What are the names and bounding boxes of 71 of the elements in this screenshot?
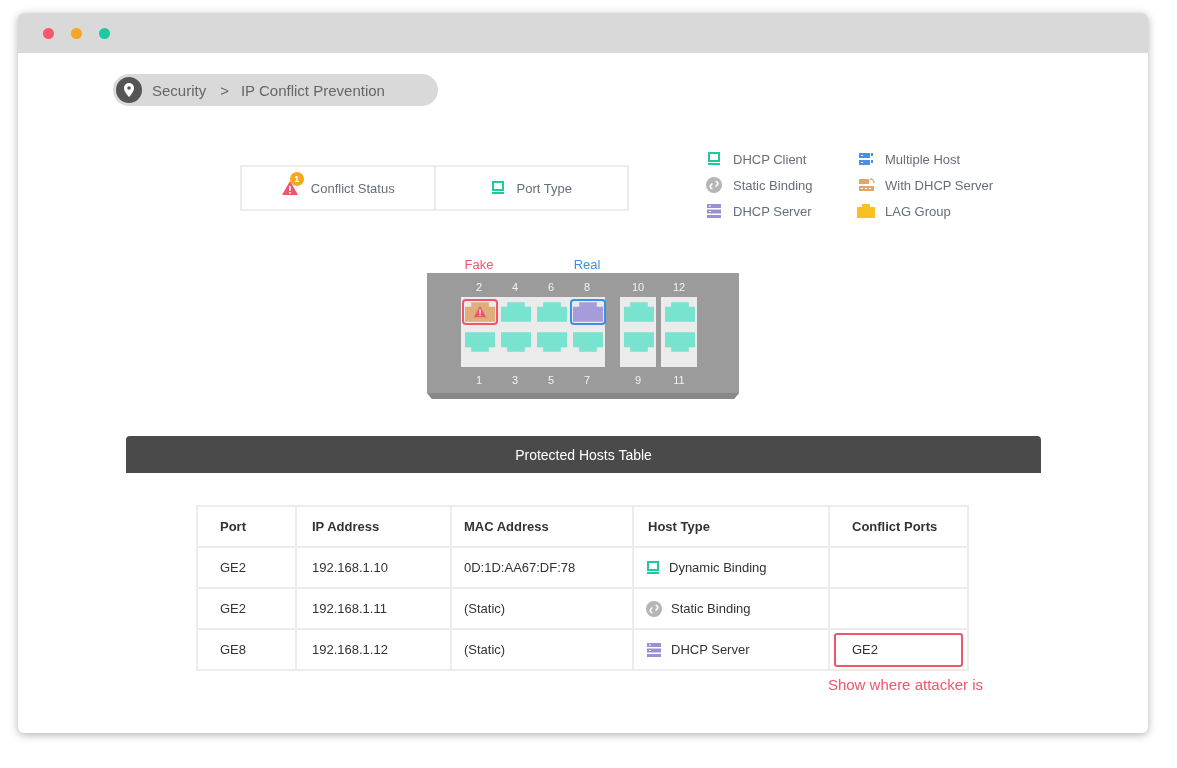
breadcrumb-separator: > <box>220 81 229 99</box>
legend-label: Multiple Host <box>885 151 961 167</box>
table-cell: GE8 <box>220 642 246 657</box>
port-icon <box>857 204 875 218</box>
port-number: 2 <box>474 280 484 295</box>
table-cell: (Static) <box>464 601 506 616</box>
port-number: 12 <box>671 280 687 295</box>
close-button[interactable] <box>43 27 54 39</box>
column-header: Port <box>220 519 246 534</box>
table-cell: 192.168.1.11 <box>312 601 387 616</box>
port-tag: Fake <box>464 257 494 272</box>
ethernet-port-icon[interactable] <box>665 332 695 352</box>
port-number: 7 <box>582 373 592 388</box>
laptop-icon <box>646 560 660 575</box>
table-cell: 192.168.1.10 <box>312 560 388 575</box>
port-number: 5 <box>546 373 556 388</box>
table-cell: GE2 <box>220 601 246 616</box>
warning-icon <box>280 180 299 196</box>
laptop-icon <box>490 181 505 195</box>
table-cell: Dynamic Binding <box>669 560 767 575</box>
legend-label: Static Binding <box>733 177 813 193</box>
server-icon <box>706 203 722 219</box>
port-number: 10 <box>630 280 646 295</box>
stacked-hosts-icon <box>857 151 875 167</box>
legend-label: LAG Group <box>885 203 951 219</box>
ethernet-port-icon[interactable] <box>573 332 603 352</box>
tab[interactable]: Port Type <box>433 167 627 209</box>
ethernet-port-icon[interactable] <box>501 302 531 322</box>
minimize-button[interactable] <box>71 27 82 39</box>
ethernet-port-icon[interactable] <box>624 302 654 322</box>
port-number: 1 <box>474 373 484 388</box>
column-header: IP Address <box>312 519 380 534</box>
table-cell: (Static) <box>464 642 506 657</box>
table-title: Protected Hosts Table <box>515 446 652 463</box>
table-cell: GE2 <box>852 642 878 657</box>
legend-label: DHCP Client <box>733 151 807 167</box>
legend-label: With DHCP Server <box>885 177 994 193</box>
table-cell: DHCP Server <box>671 642 750 657</box>
port-number: 3 <box>510 373 520 388</box>
port-number: 8 <box>582 280 592 295</box>
port-number: 11 <box>672 373 686 388</box>
server-icon <box>646 641 662 658</box>
ethernet-port-icon[interactable] <box>665 302 695 322</box>
port-number: 9 <box>633 373 643 388</box>
ethernet-port-icon[interactable] <box>537 332 567 352</box>
column-header: MAC Address <box>464 519 549 534</box>
ethernet-port-icon[interactable] <box>537 302 567 322</box>
table-cell: 192.168.1.12 <box>312 642 388 657</box>
laptop-icon <box>707 152 721 166</box>
tab[interactable]: 1 Conflict Status <box>242 167 434 209</box>
breadcrumb-item: IP Conflict Prevention <box>240 81 385 99</box>
location-pin-icon <box>116 77 142 103</box>
port-number: 6 <box>546 280 556 295</box>
table-cell: Static Binding <box>671 601 751 616</box>
link-icon <box>706 177 722 193</box>
breadcrumb-item[interactable]: Security <box>152 81 207 99</box>
ethernet-port-icon[interactable] <box>501 332 531 352</box>
column-header: Conflict Ports <box>852 519 938 534</box>
annotation-note: Show where attacker is <box>827 676 983 693</box>
legend-label: DHCP Server <box>733 203 812 219</box>
maximize-button[interactable] <box>99 27 110 39</box>
column-header: Host Type <box>648 519 710 534</box>
link-icon <box>646 600 662 617</box>
router-icon <box>857 177 875 193</box>
table-cell: 0D:1D:AA67:DF:78 <box>464 560 576 575</box>
ethernet-port-icon[interactable] <box>465 332 495 352</box>
table-cell: GE2 <box>220 560 246 575</box>
port-number: 4 <box>510 280 520 295</box>
port-tag: Real <box>573 257 601 272</box>
count-badge: 1 <box>289 172 304 186</box>
ethernet-port-icon[interactable] <box>624 332 654 352</box>
